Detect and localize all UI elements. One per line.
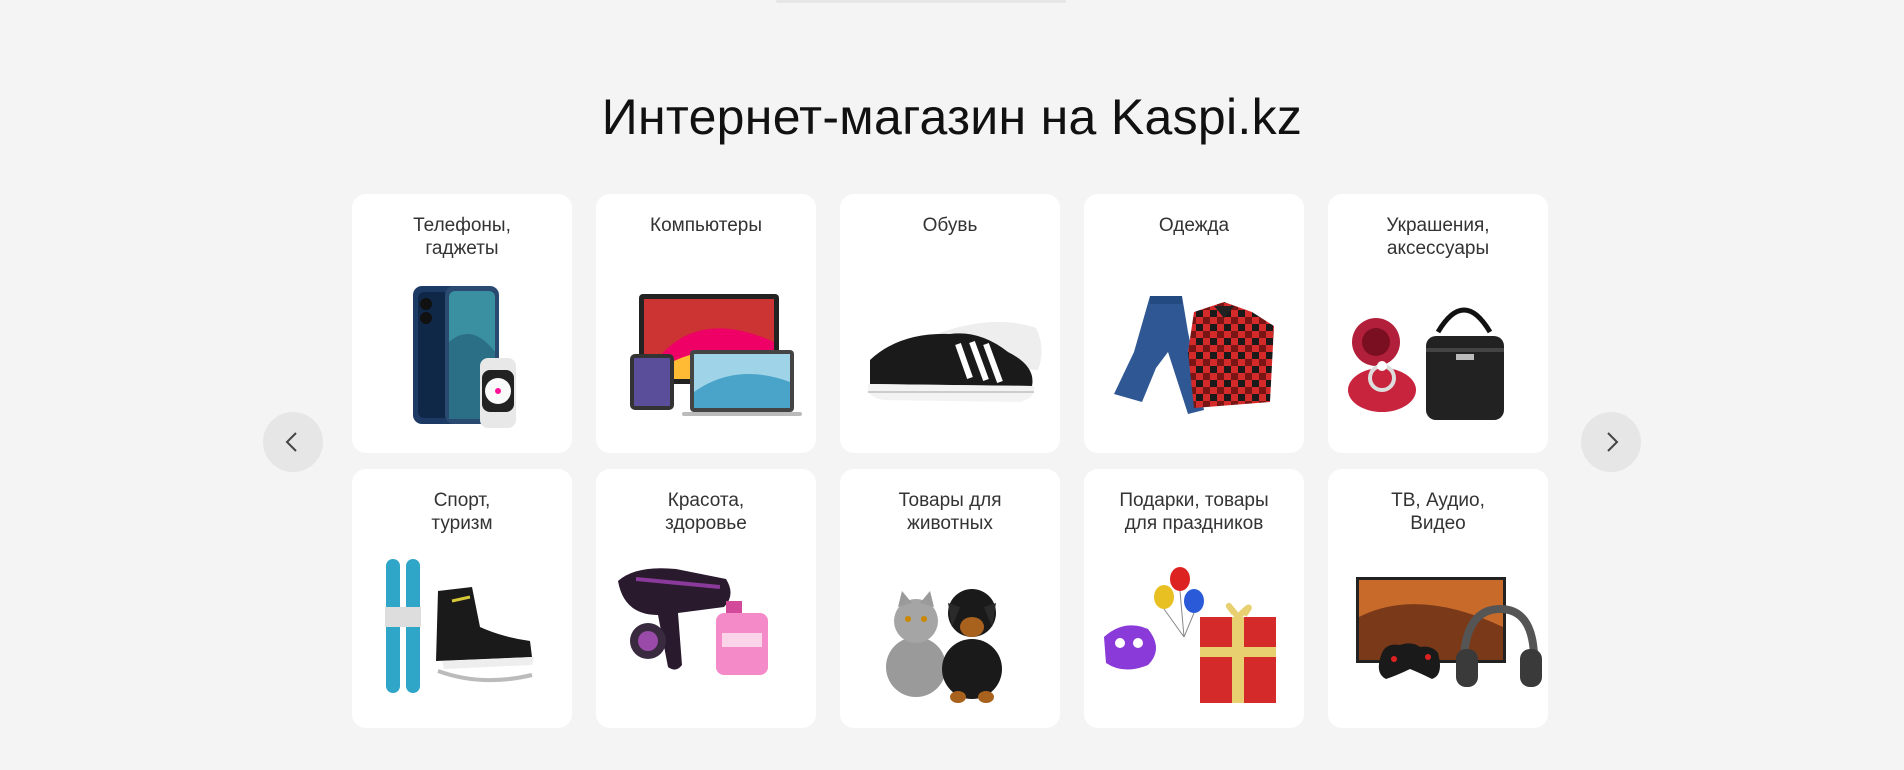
page: Интернет-магазин на Kaspi.kz Телефоны, г… xyxy=(0,0,1904,770)
cat-dog-image xyxy=(840,557,1060,717)
category-label: Телефоны, гаджеты xyxy=(413,215,511,259)
hairdryer-perfume-image xyxy=(596,557,816,717)
sneakers-image xyxy=(840,282,1060,442)
category-label: Обувь xyxy=(922,215,978,236)
category-label: Одежда xyxy=(1158,215,1230,236)
party-gift-image xyxy=(1084,557,1304,717)
chevron-right-icon xyxy=(1607,432,1619,452)
category-grid: Телефоны, гаджеты Компьютеры Обувь Одежд… xyxy=(352,194,1548,728)
category-card-shoes[interactable]: Обувь xyxy=(840,194,1060,453)
category-card-beauty[interactable]: Красота, здоровье xyxy=(596,469,816,728)
category-label: Товары для животных xyxy=(898,490,1002,534)
phone-watch-image xyxy=(352,282,572,442)
category-card-gifts[interactable]: Подарки, товары для праздников xyxy=(1084,469,1304,728)
category-label: Компьютеры xyxy=(650,215,762,236)
category-card-phones[interactable]: Телефоны, гаджеты xyxy=(352,194,572,453)
skis-skates-image xyxy=(352,557,572,717)
top-divider xyxy=(776,0,1066,3)
jewelry-bag-image xyxy=(1328,282,1548,442)
page-title: Интернет-магазин на Kaspi.kz xyxy=(601,89,1303,145)
carousel-prev-button[interactable] xyxy=(263,412,323,472)
tv-headphones-image xyxy=(1328,557,1548,717)
category-card-clothes[interactable]: Одежда xyxy=(1084,194,1304,453)
category-card-jewelry[interactable]: Украшения, аксессуары xyxy=(1328,194,1548,453)
computers-image xyxy=(596,282,816,442)
category-card-tv-audio[interactable]: ТВ, Аудио, Видео xyxy=(1328,469,1548,728)
category-card-sport[interactable]: Спорт, туризм xyxy=(352,469,572,728)
category-card-pets[interactable]: Товары для животных xyxy=(840,469,1060,728)
category-card-computers[interactable]: Компьютеры xyxy=(596,194,816,453)
chevron-left-icon xyxy=(285,432,297,452)
clothes-image xyxy=(1084,282,1304,442)
category-label: Подарки, товары для праздников xyxy=(1119,490,1269,534)
carousel-next-button[interactable] xyxy=(1581,412,1641,472)
category-label: ТВ, Аудио, Видео xyxy=(1391,490,1485,534)
category-label: Украшения, аксессуары xyxy=(1386,215,1490,259)
category-label: Красота, здоровье xyxy=(665,490,747,534)
category-label: Спорт, туризм xyxy=(431,490,493,534)
